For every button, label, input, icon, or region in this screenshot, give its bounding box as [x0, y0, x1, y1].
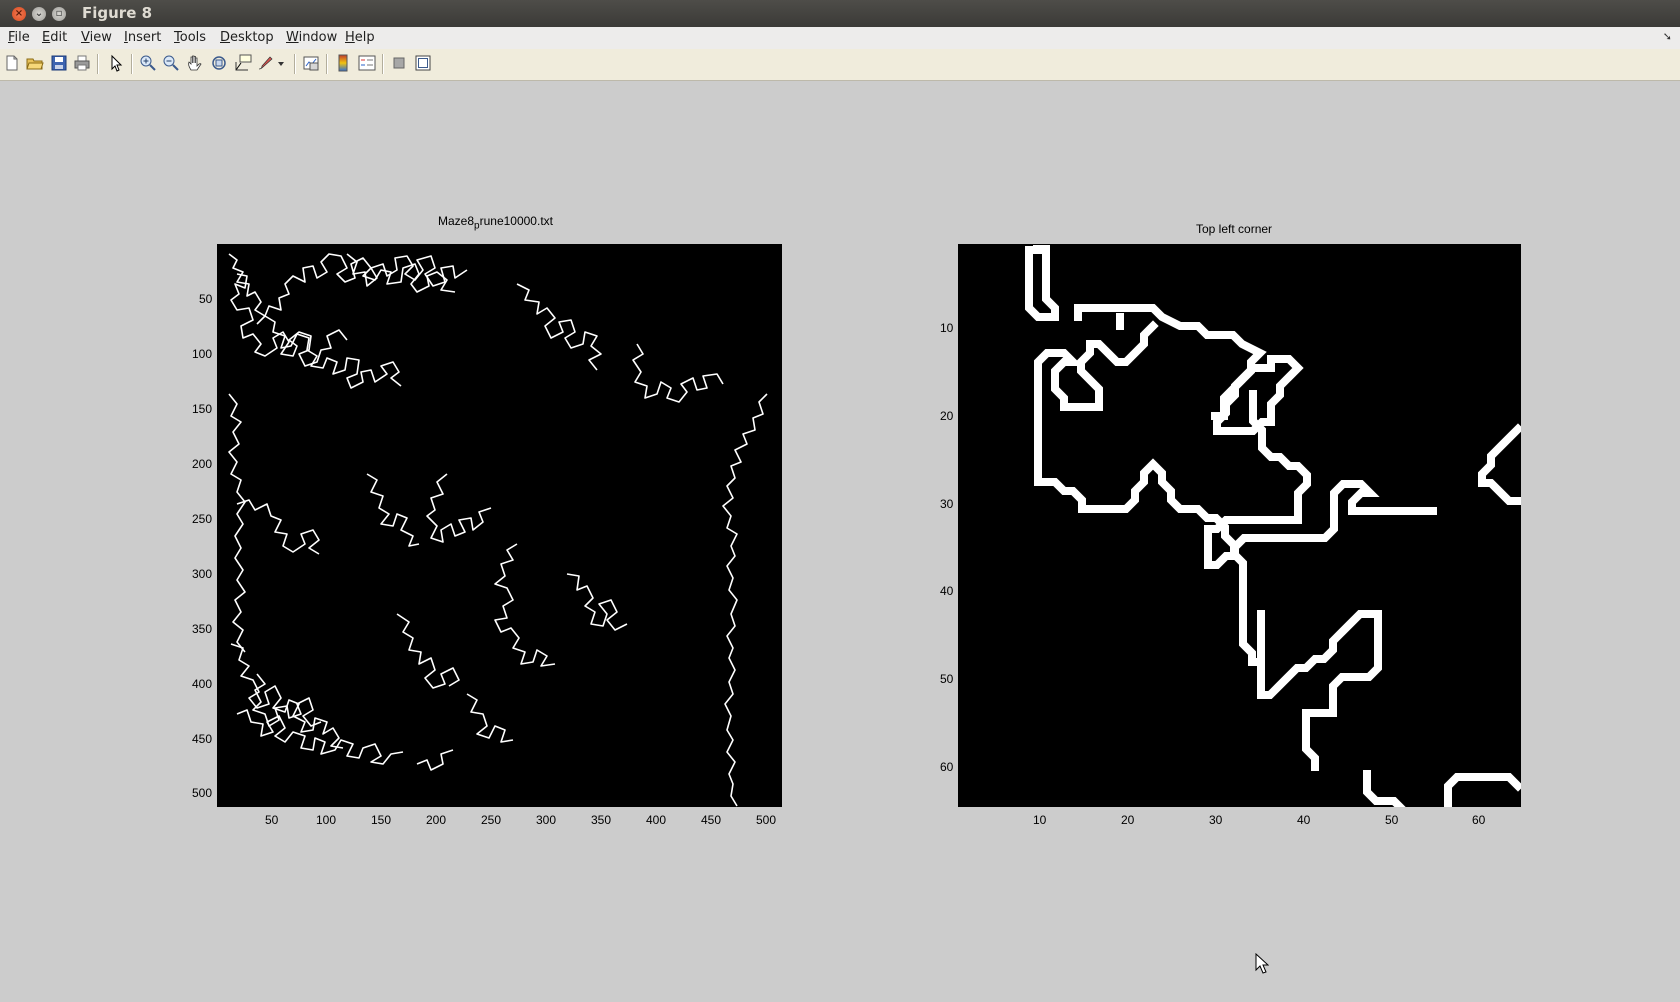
- left-xtick: 350: [591, 813, 612, 827]
- left-xtick: 450: [701, 813, 722, 827]
- left-maze-image: [228, 253, 768, 807]
- insert-colorbar-icon[interactable]: [334, 54, 352, 72]
- right-ytick: 40: [940, 584, 954, 598]
- right-ytick: 30: [940, 497, 954, 511]
- menu-tools[interactable]: Tools: [174, 30, 206, 45]
- right-xtick: 60: [1472, 813, 1486, 827]
- right-xtick: 20: [1121, 813, 1135, 827]
- window-title: Figure 8: [82, 4, 153, 22]
- left-xtick: 400: [646, 813, 667, 827]
- menu-bar: File Edit View Insert Tools Desktop Wind…: [0, 27, 1680, 49]
- menu-file[interactable]: File: [8, 30, 30, 45]
- menu-view[interactable]: View: [81, 30, 112, 45]
- left-xtick: 250: [481, 813, 502, 827]
- menu-window[interactable]: Window: [286, 30, 337, 45]
- left-xtick: 300: [536, 813, 557, 827]
- pan-icon[interactable]: [186, 54, 204, 72]
- rotate-3d-icon[interactable]: [210, 54, 228, 72]
- left-xtick: 50: [265, 813, 279, 827]
- right-xtick: 10: [1033, 813, 1047, 827]
- menu-desktop[interactable]: Desktop: [220, 30, 274, 45]
- left-axes-title: Maze8prune10000.txt: [438, 214, 553, 231]
- zoom-out-icon[interactable]: [162, 54, 180, 72]
- brush-dropdown-icon[interactable]: [276, 54, 286, 72]
- edit-plot-icon[interactable]: [107, 54, 125, 72]
- left-ytick: 250: [192, 512, 213, 526]
- data-cursor-icon[interactable]: [234, 54, 252, 72]
- brush-icon[interactable]: [256, 54, 274, 72]
- left-title-main: Maze8: [438, 214, 475, 228]
- right-axes-title: Top left corner: [1196, 222, 1273, 236]
- right-xtick: 30: [1209, 813, 1223, 827]
- left-ytick: 500: [192, 786, 213, 800]
- right-ytick: 60: [940, 760, 954, 774]
- close-icon[interactable]: ×: [12, 7, 26, 21]
- toolbar-separator: [97, 54, 99, 74]
- right-xtick: 40: [1297, 813, 1311, 827]
- right-ytick: 20: [940, 409, 954, 423]
- menu-help[interactable]: Help: [345, 30, 375, 45]
- left-ytick: 150: [192, 402, 213, 416]
- left-title-rest: rune10000.txt: [479, 214, 553, 228]
- show-plot-tools-icon[interactable]: [414, 54, 432, 72]
- left-ytick: 400: [192, 677, 213, 691]
- hide-plot-tools-icon[interactable]: [390, 54, 408, 72]
- menu-insert[interactable]: Insert: [124, 30, 161, 45]
- toolbar-separator: [382, 54, 384, 74]
- left-ytick: 200: [192, 457, 213, 471]
- link-plot-icon[interactable]: [302, 54, 320, 72]
- toolbar-separator: [326, 54, 328, 74]
- menu-edit[interactable]: Edit: [42, 30, 67, 45]
- right-axes-image[interactable]: [958, 244, 1521, 807]
- dock-arrow-icon[interactable]: ➘: [1663, 30, 1672, 43]
- left-xtick: 100: [316, 813, 337, 827]
- maximize-icon[interactable]: ▫: [52, 7, 66, 21]
- new-figure-icon[interactable]: [3, 54, 21, 72]
- mouse-cursor-icon: [1255, 952, 1270, 975]
- print-icon[interactable]: [73, 54, 91, 72]
- left-ytick: 350: [192, 622, 213, 636]
- right-ytick: 50: [940, 672, 954, 686]
- window-titlebar: × ⌄ ▫ Figure 8: [0, 0, 1680, 27]
- right-xtick: 50: [1385, 813, 1399, 827]
- save-icon[interactable]: [50, 54, 68, 72]
- left-ytick: 450: [192, 732, 213, 746]
- minimize-icon[interactable]: ⌄: [32, 7, 46, 21]
- figure-toolbar: [0, 49, 1680, 81]
- left-ytick: 50: [199, 292, 213, 306]
- left-axes-image[interactable]: [217, 244, 782, 807]
- insert-legend-icon[interactable]: [358, 54, 376, 72]
- zoom-in-icon[interactable]: [139, 54, 157, 72]
- open-file-icon[interactable]: [26, 54, 44, 72]
- left-xtick: 200: [426, 813, 447, 827]
- toolbar-separator: [131, 54, 133, 74]
- toolbar-separator: [294, 54, 296, 74]
- left-ytick: 300: [192, 567, 213, 581]
- left-xtick: 150: [371, 813, 392, 827]
- right-maze-image: [1025, 245, 1521, 807]
- left-ytick: 100: [192, 347, 213, 361]
- right-ytick: 10: [940, 321, 954, 335]
- left-xtick: 500: [756, 813, 777, 827]
